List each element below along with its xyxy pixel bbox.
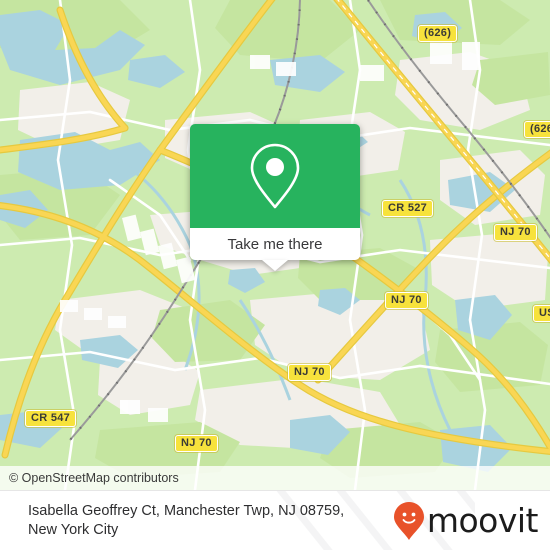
- road-shield[interactable]: NJ 70: [385, 292, 428, 309]
- map-canvas[interactable]: (626) (626) CR 527 NJ 70 NJ 70 US NJ 70 …: [0, 0, 550, 490]
- card-header: [190, 124, 360, 228]
- road-shield[interactable]: (626): [524, 121, 550, 138]
- address-text: Isabella Geoffrey Ct, Manchester Twp, NJ…: [0, 502, 344, 540]
- attribution-text[interactable]: © OpenStreetMap contributors: [0, 471, 179, 485]
- moovit-wordmark: moovit: [426, 501, 539, 540]
- road-shield[interactable]: US: [533, 305, 550, 322]
- road-shield[interactable]: CR 527: [382, 200, 434, 217]
- road-shield[interactable]: NJ 70: [494, 224, 537, 241]
- card-pointer-tail: [262, 260, 288, 271]
- map-attribution-bar: © OpenStreetMap contributors: [0, 466, 550, 490]
- take-me-there-button[interactable]: Take me there: [190, 228, 360, 271]
- moovit-smiley-pin-icon: [393, 502, 424, 540]
- footer-bar: Isabella Geoffrey Ct, Manchester Twp, NJ…: [0, 490, 550, 550]
- road-shield[interactable]: (626): [418, 25, 458, 42]
- map-pin-icon: [250, 143, 300, 209]
- moovit-brand: moovit: [393, 501, 550, 541]
- address-line-2: New York City: [28, 522, 119, 538]
- address-line-1: Isabella Geoffrey Ct, Manchester Twp, NJ…: [28, 503, 345, 519]
- take-me-there-label: Take me there: [227, 235, 323, 253]
- road-shield[interactable]: NJ 70: [175, 435, 218, 452]
- moovit-map-screenshot: (626) (626) CR 527 NJ 70 NJ 70 US NJ 70 …: [0, 0, 550, 550]
- location-info-card[interactable]: Take me there: [190, 124, 360, 271]
- road-shield[interactable]: NJ 70: [288, 364, 331, 381]
- road-shield[interactable]: CR 547: [25, 410, 77, 427]
